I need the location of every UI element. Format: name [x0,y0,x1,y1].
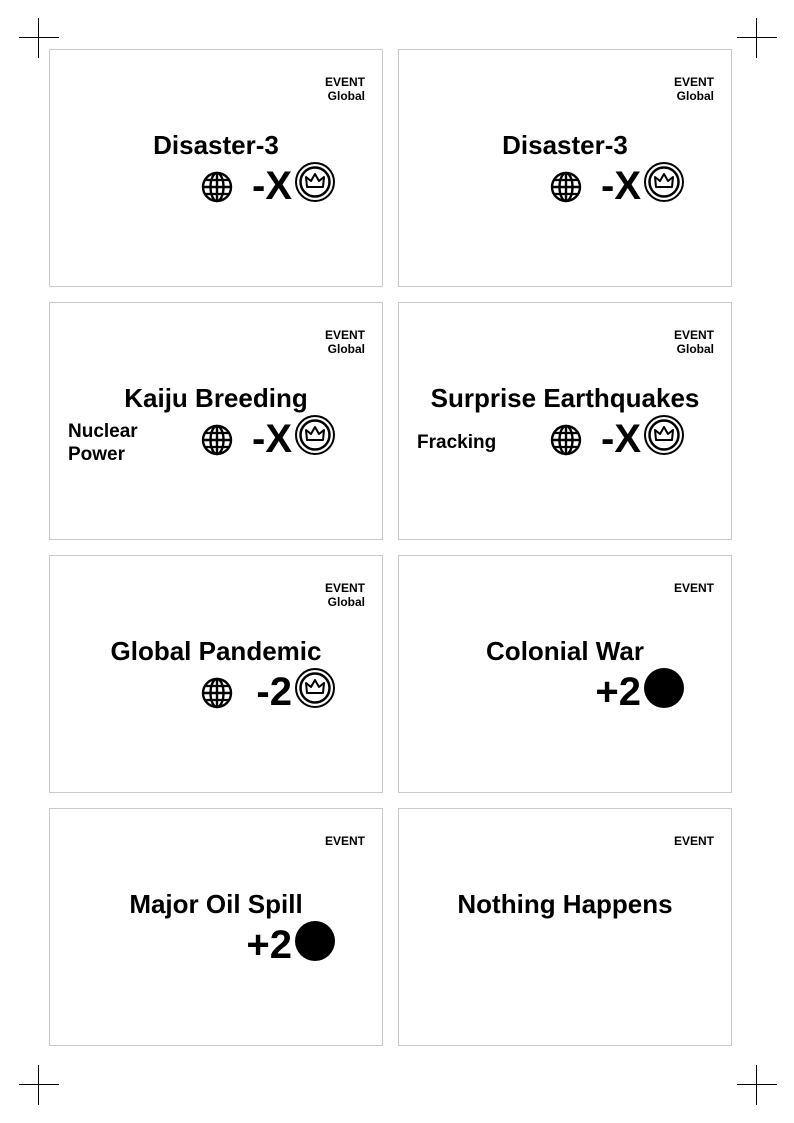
globe-icon [201,171,233,203]
card-type: EVENT [324,328,365,342]
card-header: EVENT [325,834,365,848]
card-requirement: Fracking [417,432,497,453]
card-scope: Global [327,89,365,103]
card-title: Disaster-3 [502,130,628,160]
card-value: -X [601,164,641,208]
card-header: EVENT Global [674,75,714,103]
card-header: EVENT Global [325,581,365,609]
card-value: +2 [246,923,292,967]
crown-coin-icon [295,668,335,708]
event-card: EVENT Major Oil Spill +2 [49,808,383,1046]
event-card: EVENT Global Disaster-3 -X [398,49,732,287]
card-scope: Global [327,595,365,609]
card-type: EVENT [324,75,365,89]
card-header: EVENT Global [674,328,714,356]
event-card: EVENT Global Global Pandemic -2 [49,555,383,793]
card-scope: Global [676,342,714,356]
card-value: -X [252,417,292,461]
event-card: EVENT Global Kaiju Breeding Nuclear Powe… [49,302,383,540]
globe-icon [550,171,582,203]
event-card: EVENT Colonial War +2 [398,555,732,793]
card-scope: Global [327,342,365,356]
black-dot-icon [644,668,684,708]
crown-coin-icon [644,162,684,202]
card-type: EVENT [673,581,714,595]
event-card: EVENT Nothing Happens [398,808,732,1046]
card-title: Kaiju Breeding [124,383,308,413]
card-requirement: Nuclear Power [68,421,138,465]
card-title: Disaster-3 [153,130,279,160]
card-title: Colonial War [486,636,644,666]
card-title: Surprise Earthquakes [430,383,700,413]
card-scope: Global [676,89,714,103]
card-type: EVENT [324,834,365,848]
globe-icon [201,677,233,709]
card-value: +2 [595,670,641,714]
card-value: -X [252,164,292,208]
card-title: Nothing Happens [457,889,673,919]
crown-coin-icon [644,415,684,455]
crop-mark-bottom-right [737,1065,777,1105]
crown-coin-icon [295,415,335,455]
card-type: EVENT [673,75,714,89]
globe-icon [550,424,582,456]
card-header: EVENT Global [325,328,365,356]
card-value: -X [601,417,641,461]
black-dot-icon [295,921,335,961]
crown-coin-icon [295,162,335,202]
card-header: EVENT [674,581,714,595]
card-title: Major Oil Spill [129,889,303,919]
card-value: -2 [256,670,292,714]
card-type: EVENT [673,834,714,848]
crop-mark-bottom-left [19,1065,59,1105]
event-card: EVENT Global Surprise Earthquakes Fracki… [398,302,732,540]
event-card: EVENT Global Disaster-3 -X [49,49,383,287]
globe-icon [201,424,233,456]
card-type: EVENT [324,581,365,595]
card-header: EVENT [674,834,714,848]
card-title: Global Pandemic [110,636,322,666]
crop-mark-top-right [737,18,777,58]
card-type: EVENT [673,328,714,342]
card-header: EVENT Global [325,75,365,103]
